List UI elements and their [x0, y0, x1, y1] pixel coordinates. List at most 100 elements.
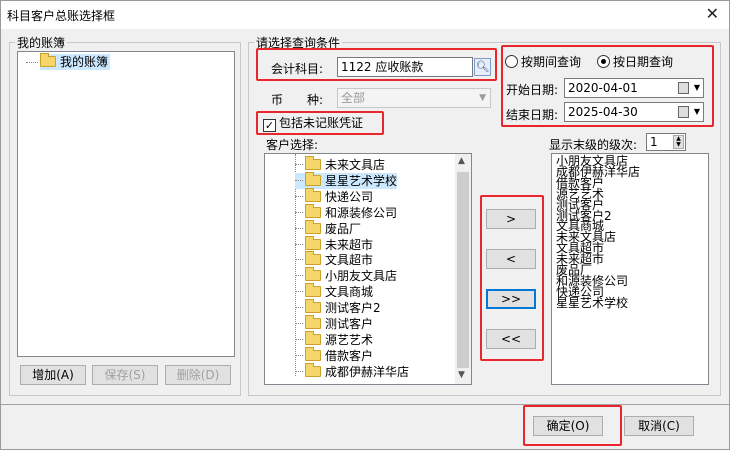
customer-name: 源艺艺术 [325, 332, 374, 347]
customer-item[interactable]: 废品厂 [295, 219, 362, 237]
tree-line [295, 370, 303, 372]
start-date-field[interactable]: 2020-04-01 ▼ [564, 78, 704, 98]
customer-item[interactable]: 快递公司 [295, 187, 374, 205]
customer-item[interactable]: 和源装修公司 [295, 203, 398, 221]
chevron-down-icon: ▼ [479, 93, 486, 103]
folder-icon [305, 362, 321, 377]
customer-item[interactable]: 未来超市 [295, 235, 374, 253]
dialog-title: 科目客户总账选择框 [7, 9, 116, 23]
folder-icon [305, 315, 321, 329]
cancel-button[interactable]: 取消(C) [624, 416, 694, 436]
tree-line [295, 211, 303, 213]
customer-item[interactable]: 文具商城 [295, 283, 374, 300]
currency-label: 币 种: [271, 93, 324, 107]
search-icon[interactable]: 🔍︎ [474, 58, 491, 76]
delete-button[interactable]: 删除(D) [165, 365, 231, 385]
customer-item[interactable]: 成都伊赫洋华店 [295, 362, 410, 380]
calendar-icon [678, 82, 689, 94]
tree-line [295, 323, 303, 324]
save-button[interactable]: 保存(S) [92, 365, 158, 385]
selected-item[interactable]: 星星艺术学校 [556, 297, 628, 309]
customer-scrollbar[interactable]: ▲ ▼ [455, 154, 471, 384]
tree-line [295, 338, 303, 340]
folder-icon [305, 203, 321, 218]
level-stepper[interactable]: 1 ▲ ▼ [646, 133, 686, 151]
customer-name: 测试客户 [325, 317, 374, 331]
customer-name: 未来超市 [325, 237, 374, 252]
start-date-label: 开始日期: [506, 83, 559, 97]
folder-icon [305, 187, 321, 202]
customer-name: 快递公司 [325, 189, 374, 204]
tree-line [295, 195, 303, 197]
tree-line [295, 259, 303, 261]
stepper-arrows-icon[interactable]: ▲ ▼ [673, 135, 684, 149]
folder-icon [305, 267, 321, 282]
customer-name: 和源装修公司 [325, 205, 398, 220]
folder-icon [305, 171, 321, 186]
include-unposted-checkbox[interactable]: ✓ 包括未记账凭证 [263, 115, 363, 132]
add-all-button[interactable]: >> [486, 289, 536, 309]
chevron-up-icon[interactable]: ▲ [458, 156, 465, 166]
folder-icon [305, 346, 321, 361]
tree-line [295, 227, 303, 229]
date-radio[interactable]: 按日期查询 [597, 54, 673, 70]
calendar-icon [678, 106, 689, 118]
customer-label: 客户选择: [266, 138, 319, 152]
currency-select[interactable]: 全部 ▼ [337, 88, 491, 108]
customer-name: 测试客户2 [325, 301, 381, 316]
tree-line [295, 291, 303, 293]
tree-line [295, 354, 303, 356]
customer-item[interactable]: 测试客户 [295, 315, 374, 332]
end-date-field[interactable]: 2025-04-30 ▼ [564, 102, 704, 122]
customer-item[interactable]: 借款客户 [295, 346, 373, 364]
customer-name: 未来文具店 [325, 158, 386, 172]
customer-name: 成都伊赫洋华店 [325, 364, 410, 379]
folder-icon [305, 156, 321, 170]
ledger-tree-item[interactable]: 我的账簿 [40, 53, 111, 70]
customer-item[interactable]: 源艺艺术 [295, 330, 374, 348]
close-icon[interactable]: ✕ [706, 5, 719, 23]
ok-button[interactable]: 确定(O) [533, 416, 603, 436]
remove-all-button[interactable]: << [486, 329, 536, 349]
customer-item[interactable]: 小朋友文具店 [295, 267, 398, 284]
customer-name: 废品厂 [325, 221, 362, 236]
add-one-button[interactable]: > [486, 209, 536, 229]
chevron-down-icon: ▼ [693, 107, 700, 116]
folder-icon [305, 251, 321, 266]
folder-icon [305, 299, 321, 314]
customer-item[interactable]: 测试客户2 [295, 299, 381, 316]
folder-icon [305, 283, 321, 298]
customer-name: 文具超市 [325, 253, 374, 268]
level-label: 显示末级的级次: [549, 138, 638, 152]
customer-item[interactable]: 未来文具店 [295, 156, 386, 173]
ledger-group-label: 我的账簿 [15, 34, 68, 51]
customer-name: 小朋友文具店 [325, 269, 398, 284]
ledger-tree[interactable]: 我的账簿 [17, 51, 235, 357]
end-date-label: 结束日期: [506, 108, 559, 122]
chevron-down-icon[interactable]: ▼ [458, 370, 465, 380]
folder-icon [305, 219, 321, 234]
scroll-thumb[interactable] [457, 172, 469, 368]
tree-line [295, 179, 303, 181]
account-label: 会计科目: [271, 62, 324, 76]
add-button[interactable]: 增加(A) [20, 365, 86, 385]
tree-line [295, 243, 303, 245]
footer-divider [1, 404, 729, 405]
folder-icon [40, 53, 56, 67]
account-field[interactable]: 1122 应收账款 [337, 57, 473, 77]
remove-one-button[interactable]: < [486, 249, 536, 269]
folder-icon [305, 235, 321, 250]
customer-name: 星星艺术学校 [325, 173, 398, 188]
customer-name: 文具商城 [325, 285, 374, 300]
tree-line [26, 62, 38, 63]
chevron-down-icon: ▼ [693, 83, 700, 92]
customer-tree[interactable]: 未来文具店 星星艺术学校 快递公司 和源装修公司 废品厂 未来超市 文具超市 小朋友文具店 文具… [264, 153, 472, 385]
selected-list[interactable]: 小朋友文具店 成都伊赫洋华店 借款客户 源艺艺术 测试客户 测试客户2 文具商城 未来文具店文… [551, 153, 709, 385]
period-radio[interactable]: 按期间查询 [505, 54, 581, 70]
folder-icon [305, 330, 321, 345]
radio-selected-icon [597, 55, 610, 68]
radio-icon [505, 55, 518, 68]
tree-line [295, 307, 303, 309]
customer-item[interactable]: 星星艺术学校 [295, 171, 398, 189]
customer-item[interactable]: 文具超市 [295, 251, 374, 268]
